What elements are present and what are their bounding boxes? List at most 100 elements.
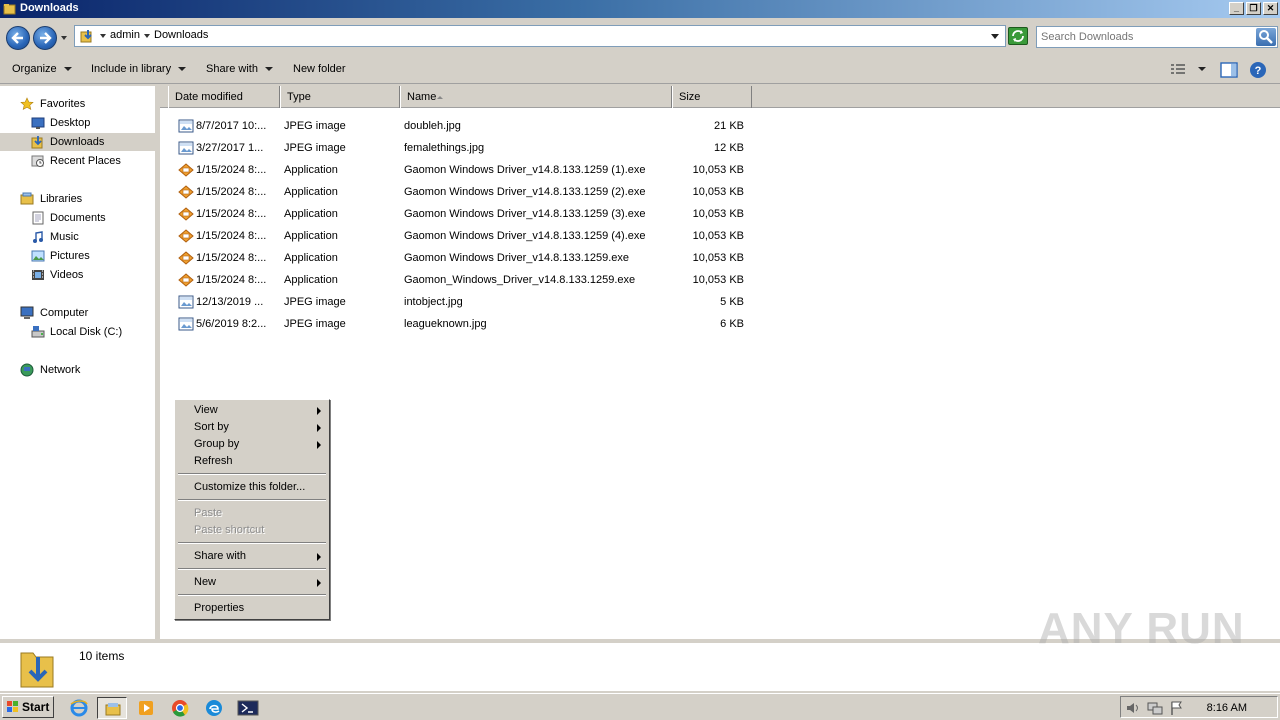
column-header-date[interactable]: Date modified (168, 86, 280, 108)
taskbar-powershell[interactable] (233, 697, 263, 719)
installer-icon (178, 251, 194, 265)
volume-icon[interactable] (1125, 700, 1141, 716)
recent-pages-dropdown[interactable] (60, 34, 68, 42)
close-button[interactable]: ✕ (1263, 2, 1278, 15)
organize-button[interactable]: Organize (12, 63, 57, 75)
share-with-button[interactable]: Share with (206, 63, 258, 75)
star-icon (20, 97, 34, 111)
menu-item-share-with-label: Share with (194, 550, 246, 562)
command-bar: Organize Include in library Share with N… (0, 56, 1280, 84)
breadcrumb-downloads[interactable]: Downloads (154, 29, 208, 41)
taskbar-ie[interactable] (64, 697, 94, 719)
menu-item-share-with[interactable]: Share with (177, 548, 327, 565)
menu-item-properties[interactable]: Properties (177, 600, 327, 617)
view-options-icon[interactable] (1170, 63, 1186, 77)
submenu-arrow-icon (317, 407, 321, 415)
forward-button[interactable] (33, 26, 57, 50)
nav-local-disk[interactable]: Local Disk (C:) (0, 323, 155, 341)
file-row[interactable]: 1/15/2024 8:... Application Gaomon Windows… (176, 159, 756, 181)
file-date: 1/15/2024 8:... (196, 186, 267, 198)
breadcrumb-admin[interactable]: admin (110, 29, 140, 41)
search-button[interactable] (1256, 28, 1276, 46)
powershell-icon (237, 700, 259, 716)
item-count: 10 items (79, 649, 125, 663)
search-input[interactable] (1041, 30, 1251, 44)
file-row[interactable]: 3/27/2017 1... JPEG image femalethings.jpg… (176, 137, 756, 159)
file-row[interactable]: 1/15/2024 8:... Application Gaomon Windows… (176, 225, 756, 247)
taskbar-explorer[interactable] (97, 697, 127, 719)
nav-computer[interactable]: Computer (0, 304, 155, 322)
menu-item-refresh[interactable]: Refresh (177, 453, 327, 470)
address-dropdown-icon[interactable] (991, 34, 999, 39)
nav-downloads[interactable]: Downloads (0, 133, 155, 151)
nav-pictures[interactable]: Pictures (0, 247, 155, 265)
new-folder-button[interactable]: New folder (293, 63, 346, 75)
file-row[interactable]: 1/15/2024 8:... Application Gaomon_Windows… (176, 269, 756, 291)
column-header-name-label: Name (407, 91, 437, 103)
breadcrumb-arrow-icon[interactable] (144, 34, 150, 38)
refresh-button[interactable] (1008, 27, 1028, 45)
taskbar-media-player[interactable] (131, 697, 161, 719)
menu-item-group-by[interactable]: Group by (177, 436, 327, 453)
nav-libraries-label: Libraries (40, 193, 83, 205)
start-button[interactable]: Start (2, 696, 54, 718)
file-row[interactable]: 5/6/2019 8:2... JPEG image leagueknown.jpg… (176, 313, 756, 335)
file-date: 3/27/2017 1... (196, 142, 264, 154)
nav-pictures-label: Pictures (50, 250, 90, 262)
search-box[interactable] (1036, 26, 1278, 48)
nav-libraries[interactable]: Libraries (0, 190, 155, 208)
nav-network[interactable]: Network (0, 361, 155, 379)
nav-documents-label: Documents (50, 212, 106, 224)
menu-item-view[interactable]: View (177, 402, 327, 419)
include-in-library-button[interactable]: Include in library (91, 63, 171, 75)
file-row[interactable]: 1/15/2024 8:... Application Gaomon Windows… (176, 247, 756, 269)
nav-documents[interactable]: Documents (0, 209, 155, 227)
file-row[interactable]: 1/15/2024 8:... Application Gaomon Windows… (176, 181, 756, 203)
breadcrumb-arrow-icon[interactable] (100, 34, 106, 38)
svg-text:?: ? (1255, 65, 1262, 77)
file-size: 10,053 KB (692, 186, 744, 198)
network-tray-icon[interactable] (1147, 700, 1163, 716)
minimize-button[interactable]: _ (1229, 2, 1244, 15)
column-header-type[interactable]: Type (280, 86, 400, 108)
forward-arrow-icon (40, 32, 52, 44)
installer-icon (178, 229, 194, 243)
file-row[interactable]: 12/13/2019 ... JPEG image intobject.jpg 5 K… (176, 291, 756, 313)
refresh-icon (1012, 30, 1024, 42)
taskbar-chrome[interactable] (165, 697, 195, 719)
nav-music[interactable]: Music (0, 228, 155, 246)
installer-icon (178, 185, 194, 199)
nav-videos-label: Videos (50, 269, 84, 281)
installer-icon (178, 273, 194, 287)
help-icon[interactable]: ? (1249, 61, 1267, 79)
chevron-down-icon (64, 67, 72, 71)
restore-button[interactable]: ❐ (1246, 2, 1261, 15)
taskbar-edge[interactable] (199, 697, 229, 719)
file-type: Application (284, 230, 338, 242)
nav-recent-places[interactable]: Recent Places (0, 152, 155, 170)
file-name: Gaomon Windows Driver_v14.8.133.1259 (4)… (404, 230, 646, 242)
file-row[interactable]: 8/7/2017 10:... JPEG image doubleh.jpg 21 K… (176, 115, 756, 137)
submenu-arrow-icon (317, 441, 321, 449)
nav-videos[interactable]: Videos (0, 266, 155, 284)
back-button[interactable] (6, 26, 30, 50)
search-icon (1259, 30, 1273, 44)
action-center-flag-icon[interactable] (1169, 700, 1185, 716)
hard-drive-icon (31, 326, 45, 338)
column-header-size[interactable]: Size (672, 86, 752, 108)
file-name: leagueknown.jpg (404, 318, 487, 330)
clock[interactable]: 8:16 AM (1207, 702, 1247, 714)
preview-pane-icon[interactable] (1220, 62, 1238, 78)
menu-item-sort-by[interactable]: Sort by (177, 419, 327, 436)
edge-icon (206, 700, 222, 716)
downloads-folder-icon (31, 136, 43, 149)
view-dropdown-icon[interactable] (1198, 67, 1206, 71)
menu-item-new[interactable]: New (177, 574, 327, 591)
menu-item-customize-folder[interactable]: Customize this folder... (177, 479, 327, 496)
address-bar[interactable]: admin Downloads (74, 25, 1006, 47)
nav-desktop[interactable]: Desktop (0, 114, 155, 132)
file-size: 10,053 KB (692, 252, 744, 264)
file-type: Application (284, 164, 338, 176)
file-row[interactable]: 1/15/2024 8:... Application Gaomon Windows… (176, 203, 756, 225)
nav-favorites[interactable]: Favorites (0, 95, 155, 113)
